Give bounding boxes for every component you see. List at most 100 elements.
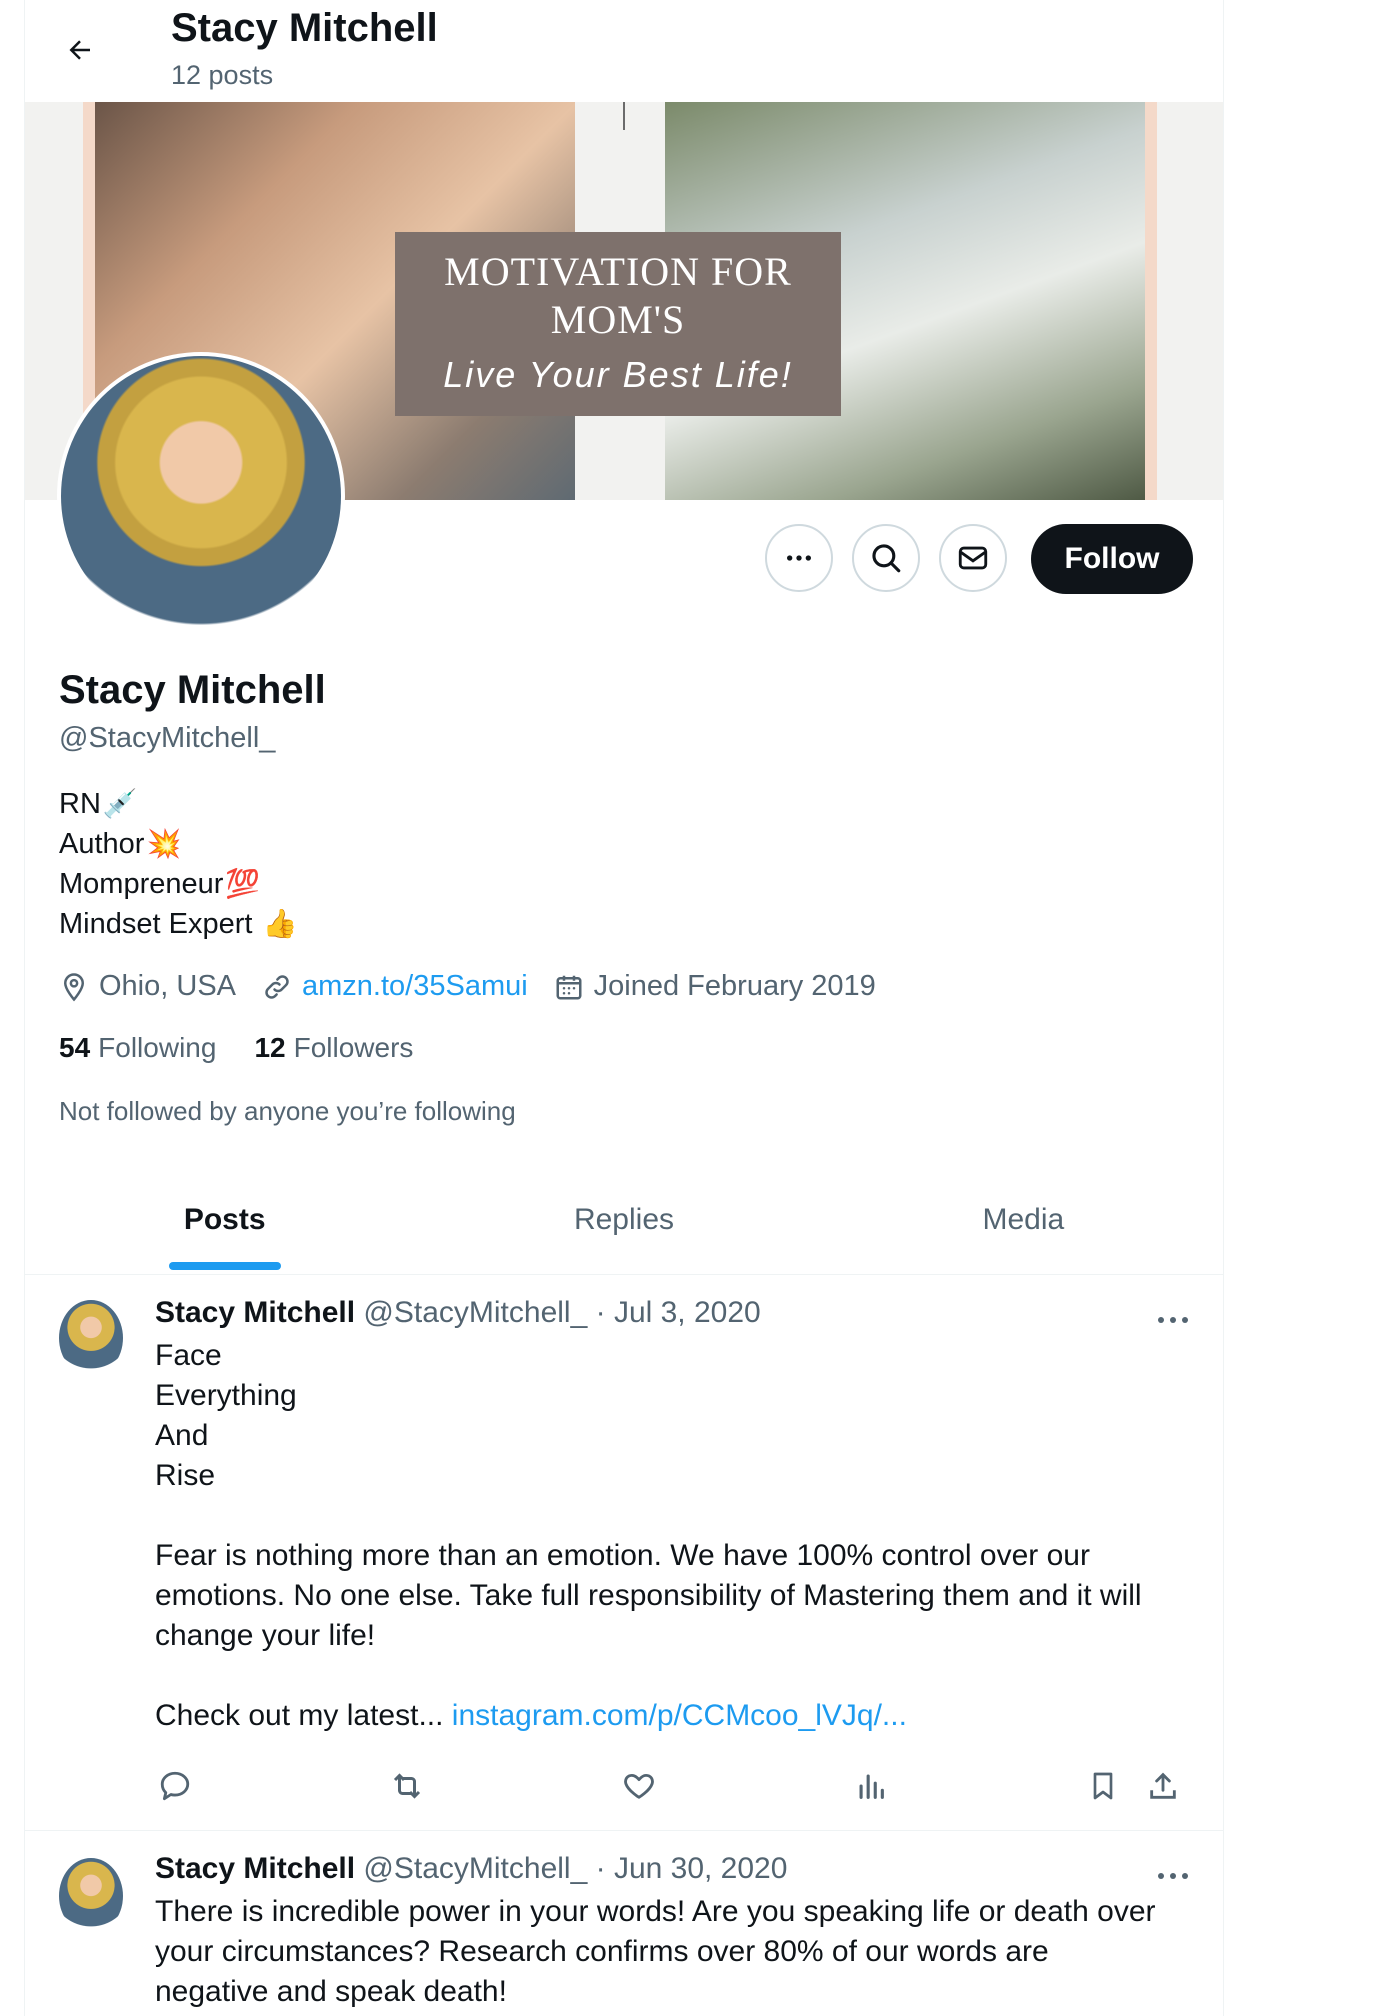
like-button[interactable]	[619, 1766, 659, 1806]
bio-text: Author	[59, 828, 145, 860]
reply-button[interactable]	[155, 1766, 195, 1806]
views-button[interactable]	[851, 1766, 891, 1806]
following-link[interactable]: 54 Following	[59, 1032, 216, 1064]
profile-column: Stacy Mitchell 12 posts MOTIVATION FOR M…	[24, 0, 1224, 2016]
arrow-left-icon	[69, 40, 90, 60]
repost-button[interactable]	[387, 1766, 427, 1806]
bio-text: Mompreneur	[59, 868, 224, 900]
more-horizontal-icon	[787, 555, 811, 561]
bio: RN💉 Author💥 Mompreneur💯 Mindset Expert 👍	[59, 784, 297, 944]
bio-text: RN	[59, 788, 101, 820]
repost-icon	[393, 1773, 421, 1799]
following-label: Following	[98, 1032, 217, 1063]
post[interactable]: Stacy Mitchell @StacyMitchell_ · Jun 30,…	[25, 1830, 1223, 2016]
hundred-points-emoji: 💯	[225, 868, 261, 899]
post-line: And	[155, 1419, 209, 1452]
bio-line: Mindset Expert 👍	[59, 904, 297, 944]
website-link[interactable]: amzn.to/35Samui	[302, 970, 528, 1003]
website[interactable]: amzn.to/35Samui	[262, 970, 528, 1003]
post-line: Check out my latest... instagram.com/p/C…	[155, 1696, 1185, 1736]
post-more-button[interactable]	[1153, 1866, 1193, 1886]
location-text: Ohio, USA	[99, 970, 236, 1002]
reply-icon	[160, 1771, 190, 1801]
follow-button[interactable]: Follow	[1031, 524, 1193, 594]
post-text: There is incredible power in your words!…	[155, 1892, 1185, 2012]
header-name: Stacy Mitchell	[171, 6, 438, 50]
joined-date: Joined February 2019	[554, 970, 876, 1003]
bookmark-icon	[1093, 1772, 1113, 1800]
banner-divider	[623, 102, 625, 130]
joined-text: Joined February 2019	[593, 970, 876, 1002]
post-author-meta[interactable]: @StacyMitchell_ · Jul 3, 2020	[363, 1296, 760, 1329]
location: Ohio, USA	[59, 970, 236, 1003]
post-line	[155, 1656, 1185, 1696]
search-profile-button[interactable]	[852, 524, 920, 592]
share-button[interactable]	[1143, 1766, 1183, 1806]
post-avatar[interactable]	[59, 1858, 123, 1934]
more-horizontal-icon	[1158, 1873, 1188, 1879]
more-options-button[interactable]	[765, 524, 833, 592]
banner-caption-box: MOTIVATION FOR MOM'S Live Your Best Life…	[395, 232, 841, 416]
followers-count: 12	[254, 1032, 286, 1063]
banner-subtitle: Live Your Best Life!	[443, 354, 793, 395]
back-button[interactable]	[55, 22, 105, 78]
display-name: Stacy Mitchell	[59, 668, 326, 712]
tab-replies[interactable]: Replies	[424, 1176, 823, 1274]
post-actions	[155, 1766, 1205, 1806]
search-icon	[872, 544, 901, 573]
post-line: change your life!	[155, 1619, 376, 1652]
followers-link[interactable]: 12 Followers	[254, 1032, 413, 1064]
post-line: Everything	[155, 1379, 297, 1412]
calendar-icon	[556, 975, 582, 999]
post-link-prefix: Check out my latest...	[155, 1699, 452, 1732]
user-handle: @StacyMitchell_	[59, 722, 276, 754]
bio-line: Mompreneur💯	[59, 864, 297, 904]
bio-text: Mindset Expert	[59, 908, 261, 940]
profile-meta: Ohio, USA amzn.to/35Samui Joined Februar…	[59, 970, 902, 1003]
bookmark-button[interactable]	[1083, 1766, 1123, 1806]
following-count: 54	[59, 1032, 91, 1063]
post-author-name[interactable]: Stacy Mitchell	[155, 1296, 355, 1329]
post-header: Stacy Mitchell @StacyMitchell_ · Jul 3, …	[155, 1296, 761, 1330]
message-button[interactable]	[939, 524, 1007, 592]
link-icon	[265, 974, 289, 999]
bar-chart-icon	[859, 1774, 884, 1799]
avatar-image	[61, 356, 341, 636]
followers-label: Followers	[293, 1032, 414, 1063]
post-line: negative and speak death!	[155, 1975, 507, 2008]
thumbs-up-emoji: 👍	[262, 908, 298, 939]
mail-icon	[958, 546, 988, 570]
not-followed-notice: Not followed by anyone you’re following	[59, 1096, 516, 1126]
post-author-meta[interactable]: @StacyMitchell_ · Jun 30, 2020	[363, 1852, 787, 1885]
heart-icon	[624, 1773, 654, 1799]
collision-emoji: 💥	[146, 828, 182, 859]
post-text: Face Everything And Rise Fear is nothing…	[155, 1336, 1185, 1736]
follow-counts: 54 Following 12 Followers	[59, 1032, 451, 1064]
header-posts-count: 12 posts	[171, 60, 274, 90]
profile-avatar[interactable]	[57, 352, 345, 640]
banner-title-line2: MOM'S	[550, 297, 686, 342]
post-link[interactable]: instagram.com/p/CCMcoo_lVJq/...	[452, 1699, 907, 1732]
banner-title-line1: MOTIVATION FOR	[444, 249, 792, 294]
post-avatar[interactable]	[59, 1300, 123, 1376]
share-icon	[1150, 1772, 1176, 1799]
tab-media[interactable]: Media	[824, 1176, 1223, 1274]
top-bar: Stacy Mitchell 12 posts	[25, 0, 1223, 102]
post-line: your circumstances? Research confirms ov…	[155, 1935, 1049, 1968]
post-header: Stacy Mitchell @StacyMitchell_ · Jun 30,…	[155, 1852, 787, 1886]
tab-posts[interactable]: Posts	[25, 1176, 424, 1274]
post-line: emotions. No one else. Take full respons…	[155, 1579, 1142, 1612]
bio-line: RN💉	[59, 784, 297, 824]
syringe-emoji: 💉	[102, 788, 138, 819]
post-line: Face	[155, 1339, 222, 1372]
post-author-name[interactable]: Stacy Mitchell	[155, 1852, 355, 1885]
bio-line: Author💥	[59, 824, 297, 864]
post-line: Fear is nothing more than an emotion. We…	[155, 1539, 1090, 1572]
more-horizontal-icon	[1158, 1317, 1188, 1323]
location-pin-icon	[63, 972, 85, 1001]
post-line: There is incredible power in your words!…	[155, 1895, 1156, 1928]
post[interactable]: Stacy Mitchell @StacyMitchell_ · Jul 3, …	[25, 1274, 1223, 1831]
post-line: Rise	[155, 1459, 216, 1492]
post-more-button[interactable]	[1153, 1310, 1193, 1330]
profile-tabs: Posts Replies Media	[25, 1176, 1223, 1275]
